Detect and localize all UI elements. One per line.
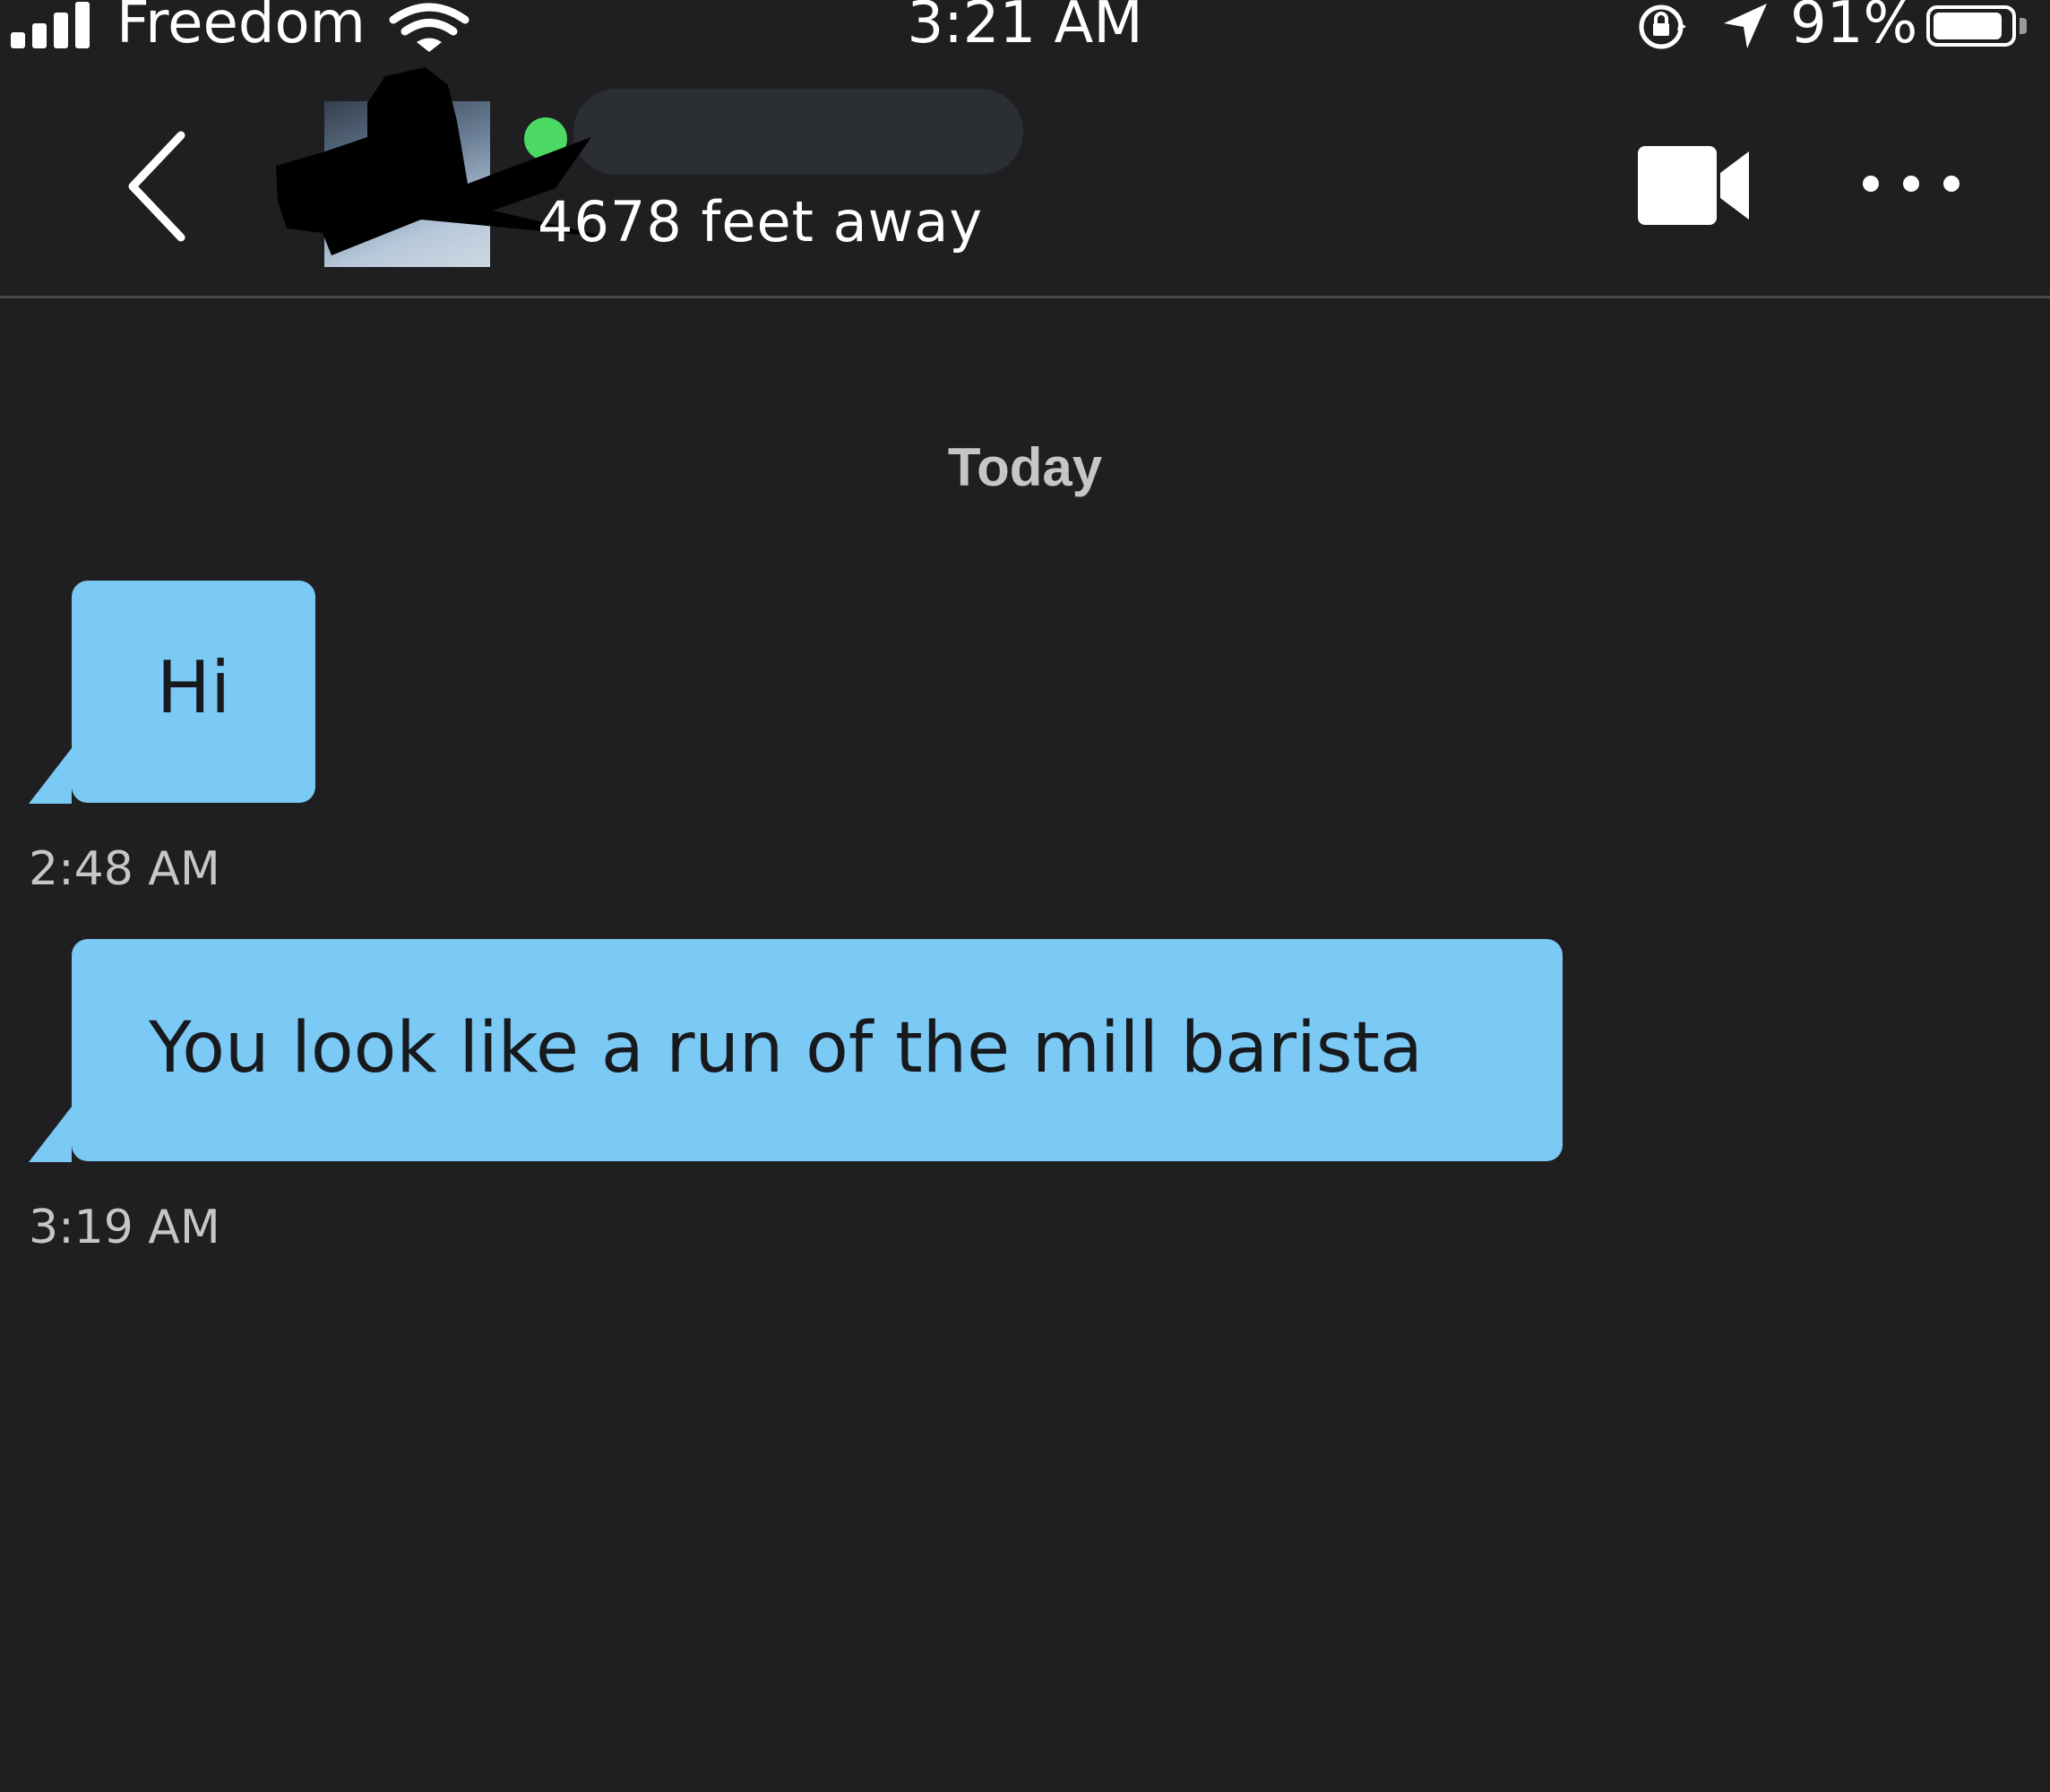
message-text: You look like a run of the mill barista	[149, 1008, 1423, 1089]
rotation-lock-icon	[1639, 4, 1686, 49]
profile-name-redacted	[573, 89, 1023, 175]
battery-icon	[1926, 5, 2016, 47]
more-dots-icon[interactable]	[1862, 166, 1960, 202]
distance-label: 4678 feet away	[538, 189, 984, 254]
header-divider	[0, 296, 2050, 298]
status-bar: Freedom 3:21 AM 91%	[0, 0, 2050, 67]
video-camera-icon[interactable]	[1638, 146, 1751, 225]
message-timestamp: 3:19 AM	[29, 1201, 220, 1254]
message-timestamp: 2:48 AM	[29, 842, 220, 896]
message-bubble[interactable]: Hi	[72, 581, 315, 803]
message-text: Hi	[156, 646, 231, 729]
battery-percent: 91%	[1790, 0, 1918, 56]
day-separator: Today	[947, 437, 1103, 497]
message-bubble[interactable]: You look like a run of the mill barista	[72, 939, 1563, 1161]
battery-nub	[2020, 18, 2027, 34]
chat-screen: Freedom 3:21 AM 91% 4678 feet away Today…	[0, 0, 2050, 1792]
chat-header: 4678 feet away	[0, 67, 2050, 298]
battery-fill	[1934, 13, 2003, 39]
back-chevron-icon[interactable]	[116, 128, 206, 245]
location-arrow-icon	[1724, 4, 1767, 48]
